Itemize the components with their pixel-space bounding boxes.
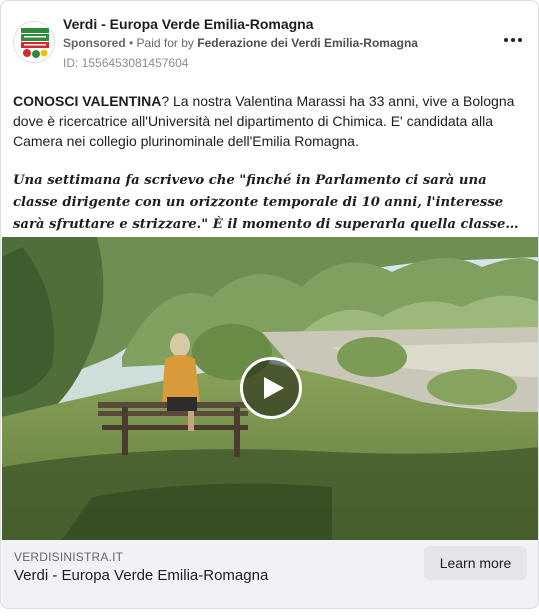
verdi-sinistra-logo-icon	[14, 22, 54, 62]
sponsored-line: Sponsored • Paid for by Federazione dei …	[63, 36, 418, 50]
link-domain: VERDISINISTRA.IT	[14, 550, 124, 564]
play-icon	[264, 377, 284, 399]
meta-separator: •	[125, 36, 137, 50]
page-name[interactable]: Verdi - Europa Verde Emilia-Romagna	[63, 16, 314, 32]
video-player[interactable]	[2, 237, 538, 540]
paid-for-label: Paid for by	[136, 36, 198, 50]
link-footer[interactable]: VERDISINISTRA.IT Verdi - Europa Verde Em…	[2, 540, 538, 608]
funder-name[interactable]: Federazione dei Verdi Emilia-Romagna	[197, 36, 418, 50]
link-title[interactable]: Verdi - Europa Verde Emilia-Romagna	[14, 567, 268, 584]
post-intro: CONOSCI VALENTINA? La nostra Valentina M…	[13, 91, 528, 151]
more-options-button[interactable]	[498, 29, 528, 51]
more-horizontal-icon	[504, 38, 508, 42]
play-button[interactable]	[240, 357, 302, 419]
more-horizontal-icon	[518, 38, 522, 42]
page-avatar[interactable]	[13, 21, 55, 63]
post-text: CONOSCI VALENTINA? La nostra Valentina M…	[13, 91, 528, 236]
more-horizontal-icon	[511, 38, 515, 42]
ad-card: Verdi - Europa Verde Emilia-Romagna Spon…	[0, 0, 539, 609]
sponsored-label: Sponsored	[63, 36, 126, 50]
post-quote: Una settimana fa scrivevo che "finché in…	[13, 173, 519, 232]
ad-id: ID: 1556453081457604	[63, 56, 189, 70]
learn-more-button[interactable]: Learn more	[424, 546, 527, 580]
ad-header: Verdi - Europa Verde Emilia-Romagna Spon…	[13, 13, 528, 73]
post-intro-bold: CONOSCI VALENTINA	[13, 93, 162, 109]
